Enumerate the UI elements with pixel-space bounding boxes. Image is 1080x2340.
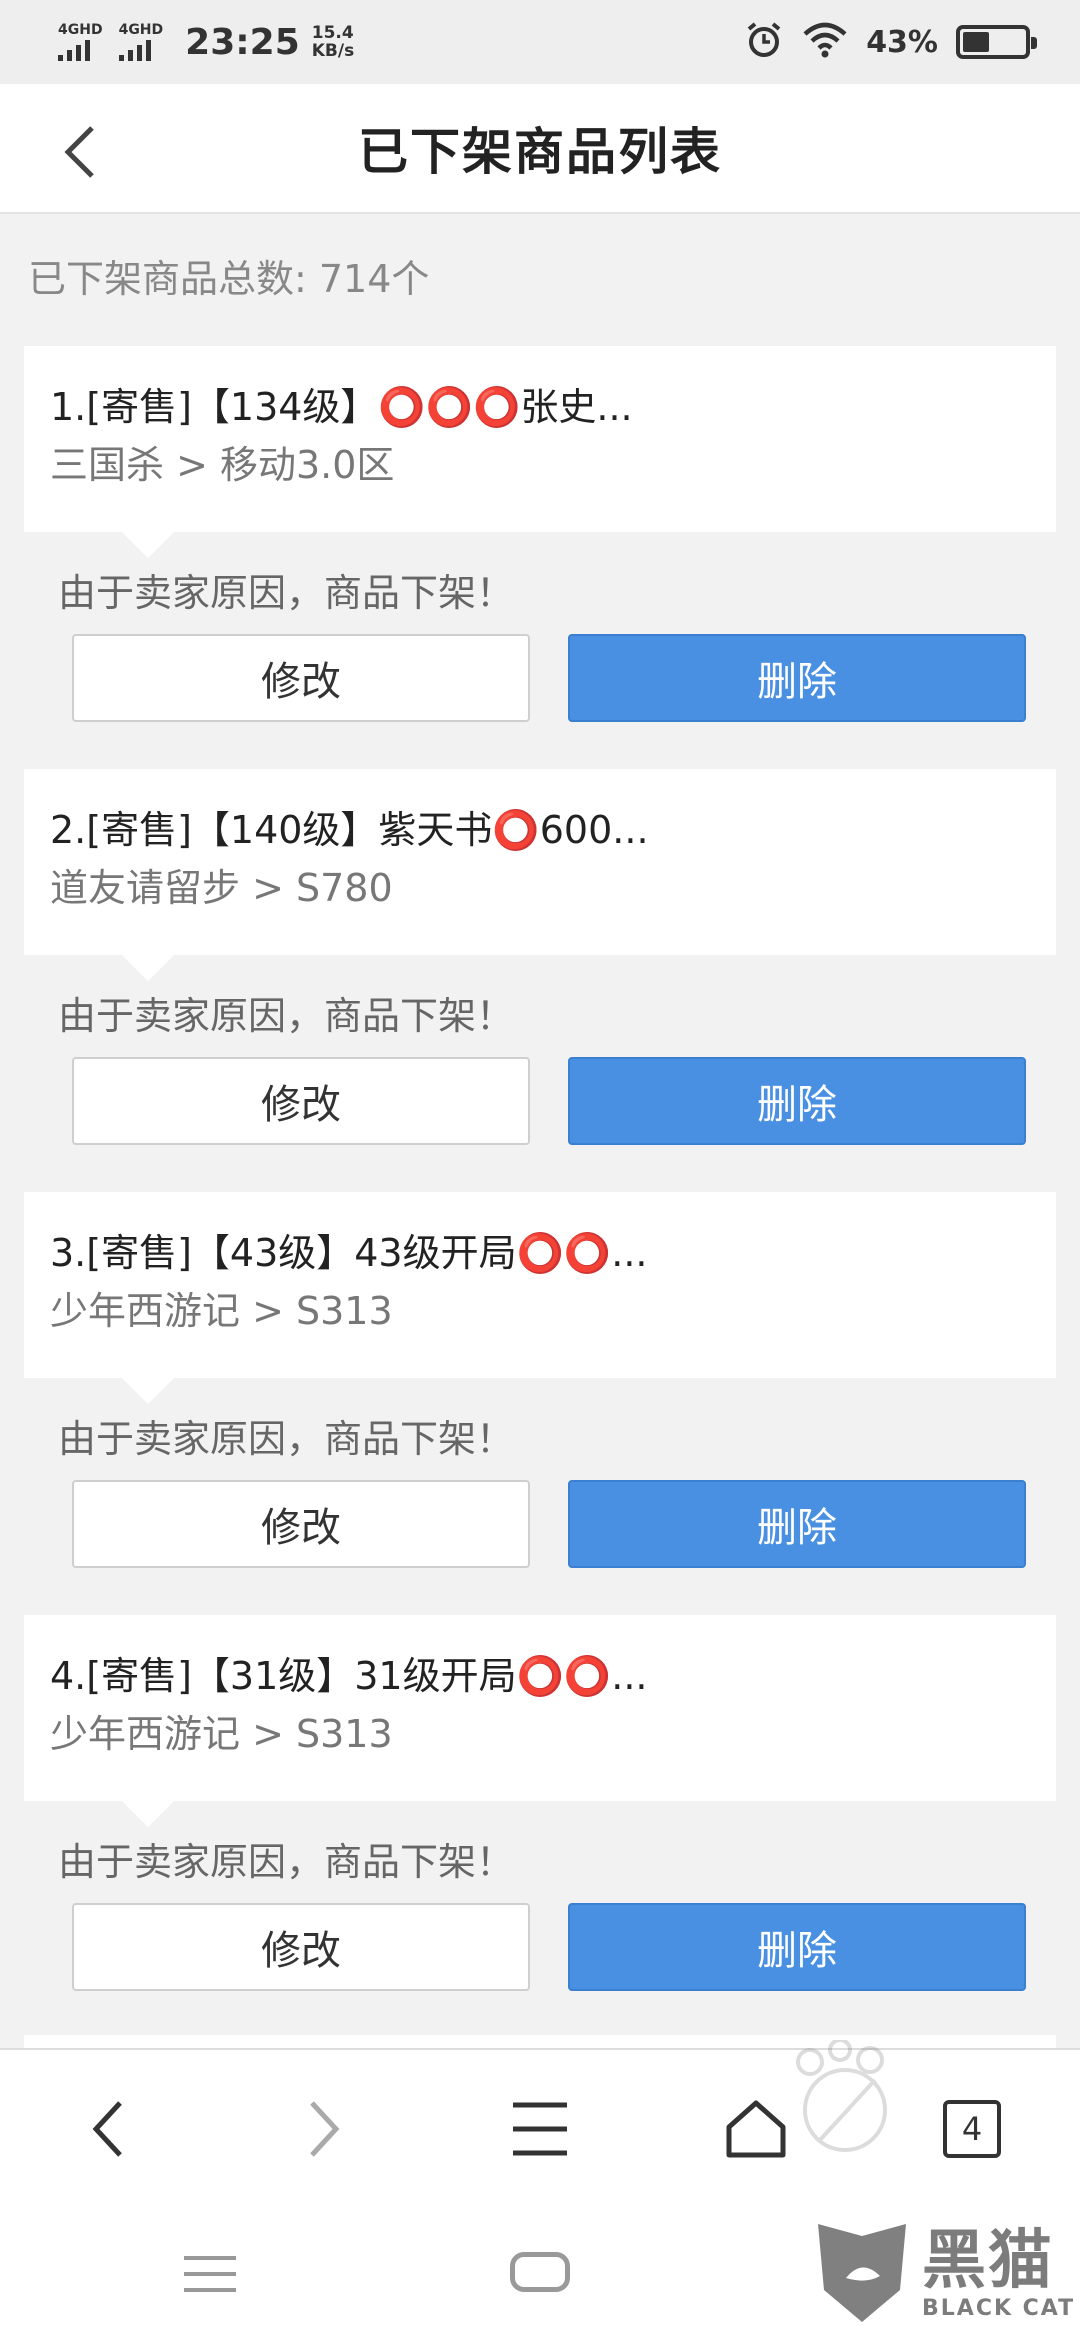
alarm-icon [744, 20, 784, 64]
sim1-label: 4GHD [58, 22, 103, 38]
home-icon [726, 2100, 786, 2158]
list-item: 1.[寄售]【134级】⭕⭕⭕张史... 三国杀 > 移动3.0区 由于卖家原因… [24, 346, 1056, 722]
item-title[interactable]: 4.[寄售]【31级】31级开局⭕⭕... [50, 1651, 1030, 1701]
sim2-label: 4GHD [118, 22, 164, 38]
recent-apps-button[interactable] [182, 2254, 238, 2298]
list-item: 3.[寄售]【43级】43级开局⭕⭕... 少年西游记 > S313 由于卖家原… [24, 1192, 1056, 1568]
paw-watermark-icon [790, 2038, 900, 2164]
item-info[interactable]: 1.[寄售]【134级】⭕⭕⭕张史... 三国杀 > 移动3.0区 [24, 346, 1056, 558]
edit-button[interactable]: 修改 [72, 634, 530, 722]
list-item: 4.[寄售]【31级】31级开局⭕⭕... 少年西游记 > S313 由于卖家原… [24, 1615, 1056, 1991]
battery-icon [956, 25, 1037, 59]
tab-count: 4 [961, 2110, 983, 2148]
menu-icon [513, 2102, 567, 2156]
delist-reason: 由于卖家原因，商品下架！ [58, 1417, 515, 1461]
battery-percent: 43% [866, 24, 938, 60]
app-header: 已下架商品列表 [0, 84, 1080, 214]
watermark-en: BLACK CAT [922, 2295, 1076, 2321]
item-category: 道友请留步 > S780 [50, 866, 393, 910]
edit-button[interactable]: 修改 [72, 1480, 530, 1568]
page-title: 已下架商品列表 [358, 123, 722, 181]
item-category: 少年西游记 > S313 [50, 1712, 393, 1756]
forward-arrow-icon [310, 2101, 340, 2157]
item-title[interactable]: 1.[寄售]【134级】⭕⭕⭕张史... [50, 382, 1030, 432]
network-speed: 15.4 KB/s [312, 24, 354, 60]
delist-reason: 由于卖家原因，商品下架！ [58, 994, 515, 1038]
speed-value: 15.4 [311, 23, 354, 43]
browser-back-button[interactable] [0, 2049, 216, 2209]
delete-button[interactable]: 删除 [568, 1057, 1026, 1145]
delist-reason: 由于卖家原因，商品下架！ [58, 571, 515, 615]
browser-forward-button[interactable] [216, 2049, 432, 2209]
system-home-button[interactable] [510, 2252, 570, 2292]
item-category: 少年西游记 > S313 [50, 1289, 393, 1333]
delete-button[interactable]: 删除 [568, 634, 1026, 722]
battery-fill [963, 32, 989, 52]
delete-button[interactable]: 删除 [568, 1903, 1026, 1991]
menu-lines-icon [184, 2256, 236, 2292]
speed-unit: KB/s [311, 41, 355, 61]
browser-menu-button[interactable] [432, 2049, 648, 2209]
item-title[interactable]: 2.[寄售]【140级】紫天书⭕600... [50, 805, 1030, 855]
sim1-signal-icon: 4GHD [58, 23, 103, 61]
list-item: 2.[寄售]【140级】紫天书⭕600... 道友请留步 > S780 由于卖家… [24, 769, 1056, 1145]
back-arrow-icon [92, 2101, 122, 2157]
wifi-icon [802, 22, 848, 62]
back-button[interactable] [50, 122, 110, 182]
edit-button[interactable]: 修改 [72, 1057, 530, 1145]
item-info[interactable]: 4.[寄售]【31级】31级开局⭕⭕... 少年西游记 > S313 [24, 1615, 1056, 1827]
black-cat-watermark: 黑猫 BLACK CAT [810, 2218, 1075, 2328]
total-count-label: 已下架商品总数: 714个 [28, 257, 430, 301]
cat-shield-icon [818, 2224, 906, 2322]
tabs-icon: 4 [943, 2100, 1001, 2158]
delete-button[interactable]: 删除 [568, 1480, 1026, 1568]
status-bar: 4GHD 4GHD 23:25 15.4 KB/s 43% [0, 0, 1080, 84]
item-info[interactable]: 2.[寄售]【140级】紫天书⭕600... 道友请留步 > S780 [24, 769, 1056, 981]
edit-button[interactable]: 修改 [72, 1903, 530, 1991]
browser-toolbar: 4 [0, 2048, 1080, 2208]
watermark-cn: 黑猫 [922, 2223, 1054, 2298]
delist-reason: 由于卖家原因，商品下架！ [58, 1840, 515, 1884]
sim2-signal-icon: 4GHD [118, 22, 164, 61]
item-info[interactable]: 3.[寄售]【43级】43级开局⭕⭕... 少年西游记 > S313 [24, 1192, 1056, 1404]
item-title[interactable]: 3.[寄售]【43级】43级开局⭕⭕... [50, 1228, 1030, 1278]
item-category: 三国杀 > 移动3.0区 [50, 443, 395, 487]
chevron-left-icon [64, 126, 94, 178]
clock: 23:25 [185, 21, 300, 63]
